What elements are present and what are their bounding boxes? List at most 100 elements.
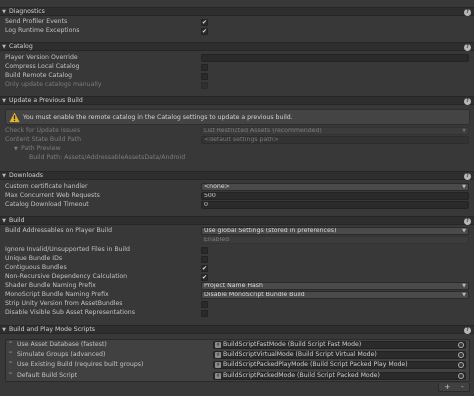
script-label: Simulate Groups (advanced) bbox=[17, 351, 106, 358]
only-update-catalogs-manually-checkbox[interactable] bbox=[201, 82, 208, 89]
dropdown-value: <none> bbox=[204, 183, 230, 190]
contiguous-bundles-checkbox[interactable]: ✔ bbox=[201, 265, 208, 272]
triangle-down-icon[interactable]: ▼ bbox=[1, 9, 7, 15]
section-header-diagnostics[interactable]: ▼ Diagnostics ? bbox=[0, 7, 474, 16]
row-disable-visible-sub-asset: Disable Visible Sub Asset Representation… bbox=[0, 309, 474, 317]
script-label: Default Build Script bbox=[17, 372, 78, 379]
field-label: Build Addressables on Player Build bbox=[5, 227, 113, 234]
help-icon[interactable]: ? bbox=[464, 9, 471, 16]
minus-icon[interactable]: - bbox=[461, 383, 464, 391]
row-ignore-invalid-files: Ignore Invalid/Unsupported Files in Buil… bbox=[0, 246, 474, 254]
script-object-field[interactable]: # BuildScriptFastMode (Build Script Fast… bbox=[213, 341, 466, 349]
max-concurrent-web-requests-input[interactable]: 500 bbox=[201, 192, 469, 200]
warning-text: You must enable the remote catalog in th… bbox=[23, 114, 293, 121]
build-addressables-dropdown[interactable]: Use global Settings (stored in preferenc… bbox=[201, 227, 469, 235]
row-custom-certificate-handler: Custom certificate handler <none> ▼ bbox=[0, 183, 474, 191]
row-enabled: Enabled bbox=[0, 236, 474, 244]
non-recursive-dependency-checkbox[interactable]: ✔ bbox=[201, 274, 208, 281]
script-name: BuildScriptVirtualMode (Build Script Vir… bbox=[223, 351, 377, 358]
section-header-catalog[interactable]: ▼ Catalog ? bbox=[0, 42, 474, 51]
field-label: Check for Update Issues bbox=[5, 127, 81, 134]
player-version-override-input[interactable] bbox=[201, 54, 469, 62]
unique-bundle-ids-checkbox[interactable] bbox=[201, 256, 208, 263]
triangle-down-icon[interactable]: ▼ bbox=[1, 218, 7, 224]
triangle-down-icon[interactable]: ▼ bbox=[1, 173, 7, 179]
section-title: Build bbox=[9, 217, 25, 224]
compress-local-catalog-checkbox[interactable] bbox=[201, 64, 208, 71]
row-only-update-catalogs-manually: Only update catalogs manually bbox=[0, 81, 474, 89]
script-object-field[interactable]: # BuildScriptPackedPlayMode (Build Scrip… bbox=[213, 361, 466, 369]
content-state-build-path-input[interactable]: <default settings path> bbox=[201, 136, 469, 144]
warning-icon bbox=[9, 112, 20, 123]
build-remote-catalog-checkbox[interactable] bbox=[201, 73, 208, 80]
row-log-runtime-exceptions: Log Runtime Exceptions ✔ bbox=[0, 27, 474, 35]
enabled-dropdown[interactable]: Enabled bbox=[201, 236, 469, 244]
catalog-download-timeout-input[interactable]: 0 bbox=[201, 201, 469, 209]
list-item[interactable]: ═ Default Build Script # BuildScriptPack… bbox=[6, 371, 469, 381]
ignore-invalid-files-checkbox[interactable] bbox=[201, 247, 208, 254]
monoscript-bundle-naming-dropdown[interactable]: Disable MonoScript Bundle Build ▼ bbox=[201, 291, 469, 299]
section-header-downloads[interactable]: ▼ Downloads ? bbox=[0, 171, 474, 180]
chevron-down-icon: ▼ bbox=[462, 283, 466, 289]
list-item[interactable]: ═ Use Existing Build (requires built gro… bbox=[6, 360, 469, 370]
certificate-handler-dropdown[interactable]: <none> ▼ bbox=[201, 183, 469, 191]
script-object-field[interactable]: # BuildScriptPackedMode (Build Script Pa… bbox=[213, 372, 466, 380]
row-send-profiler-events: Send Profiler Events ✔ bbox=[0, 18, 474, 26]
field-label: Ignore Invalid/Unsupported Files in Buil… bbox=[5, 246, 130, 253]
row-build-addressables-on-player-build: Build Addressables on Player Build Use g… bbox=[0, 227, 474, 235]
row-max-concurrent-web-requests: Max Concurrent Web Requests 500 bbox=[0, 192, 474, 200]
chevron-down-icon: ▼ bbox=[462, 184, 466, 190]
section-header-build-play-mode-scripts[interactable]: ▼ Build and Play Mode Scripts ? bbox=[0, 325, 474, 334]
section-title: Downloads bbox=[9, 172, 43, 179]
check-for-update-issues-dropdown[interactable]: List Restricted Assets (recommended) ▼ bbox=[201, 127, 469, 135]
row-monoscript-bundle-naming-prefix: MonoScript Bundle Naming Prefix Disable … bbox=[0, 291, 474, 299]
disable-visible-sub-asset-checkbox[interactable] bbox=[201, 310, 208, 317]
triangle-down-icon[interactable]: ▼ bbox=[1, 327, 7, 333]
drag-handle-icon[interactable]: ═ bbox=[9, 372, 14, 378]
log-runtime-exceptions-checkbox[interactable]: ✔ bbox=[201, 28, 208, 35]
row-catalog-download-timeout: Catalog Download Timeout 0 bbox=[0, 201, 474, 209]
help-icon[interactable]: ? bbox=[464, 44, 471, 51]
dropdown-value: Enabled bbox=[204, 236, 230, 243]
field-label: Player Version Override bbox=[5, 54, 78, 61]
plus-icon[interactable]: + bbox=[444, 383, 450, 391]
build-path-text: Build Path: Assets/AddressableAssetsData… bbox=[29, 154, 186, 161]
field-label: Custom certificate handler bbox=[5, 183, 88, 190]
row-player-version-override: Player Version Override bbox=[0, 54, 474, 62]
script-icon: # bbox=[215, 373, 221, 379]
drag-handle-icon[interactable]: ═ bbox=[9, 361, 14, 367]
row-contiguous-bundles: Contiguous Bundles ✔ bbox=[0, 264, 474, 272]
triangle-down-icon[interactable]: ▼ bbox=[1, 98, 7, 104]
field-label: Catalog Download Timeout bbox=[5, 201, 89, 208]
checkmark-icon: ✔ bbox=[202, 28, 208, 35]
drag-handle-icon[interactable]: ═ bbox=[9, 341, 14, 347]
section-header-update-previous-build[interactable]: ▼ Update a Previous Build ? bbox=[0, 96, 474, 105]
script-name: BuildScriptFastMode (Build Script Fast M… bbox=[223, 341, 362, 348]
strip-unity-version-checkbox[interactable] bbox=[201, 301, 208, 308]
script-icon: # bbox=[215, 362, 221, 368]
script-object-field[interactable]: # BuildScriptVirtualMode (Build Script V… bbox=[213, 351, 466, 359]
section-header-build[interactable]: ▼ Build ? bbox=[0, 216, 474, 225]
dropdown-value: Project Name Hash bbox=[204, 282, 263, 289]
object-picker-icon[interactable] bbox=[458, 373, 464, 379]
help-icon[interactable]: ? bbox=[464, 98, 471, 105]
drag-handle-icon[interactable]: ═ bbox=[9, 351, 14, 357]
shader-bundle-naming-dropdown[interactable]: Project Name Hash ▼ bbox=[201, 282, 469, 290]
list-item[interactable]: ═ Use Asset Database (fastest) # BuildSc… bbox=[6, 340, 469, 350]
field-label: Build Remote Catalog bbox=[5, 72, 73, 79]
scripts-list: ═ Use Asset Database (fastest) # BuildSc… bbox=[5, 339, 470, 382]
object-picker-icon[interactable] bbox=[458, 352, 464, 358]
object-picker-icon[interactable] bbox=[458, 342, 464, 348]
triangle-down-icon[interactable]: ▼ bbox=[14, 145, 18, 153]
list-add-remove-buttons: + - bbox=[438, 383, 470, 392]
list-item[interactable]: ═ Simulate Groups (advanced) # BuildScri… bbox=[6, 350, 469, 360]
triangle-down-icon[interactable]: ▼ bbox=[1, 44, 7, 50]
row-shader-bundle-naming-prefix: Shader Bundle Naming Prefix Project Name… bbox=[0, 282, 474, 290]
field-label: Strip Unity Version from AssetBundles bbox=[5, 300, 123, 307]
help-icon[interactable]: ? bbox=[464, 218, 471, 225]
help-icon[interactable]: ? bbox=[464, 327, 471, 334]
send-profiler-events-checkbox[interactable]: ✔ bbox=[201, 19, 208, 26]
help-icon[interactable]: ? bbox=[464, 173, 471, 180]
object-picker-icon[interactable] bbox=[458, 362, 464, 368]
row-path-preview[interactable]: ▼ Path Preview bbox=[0, 145, 474, 153]
